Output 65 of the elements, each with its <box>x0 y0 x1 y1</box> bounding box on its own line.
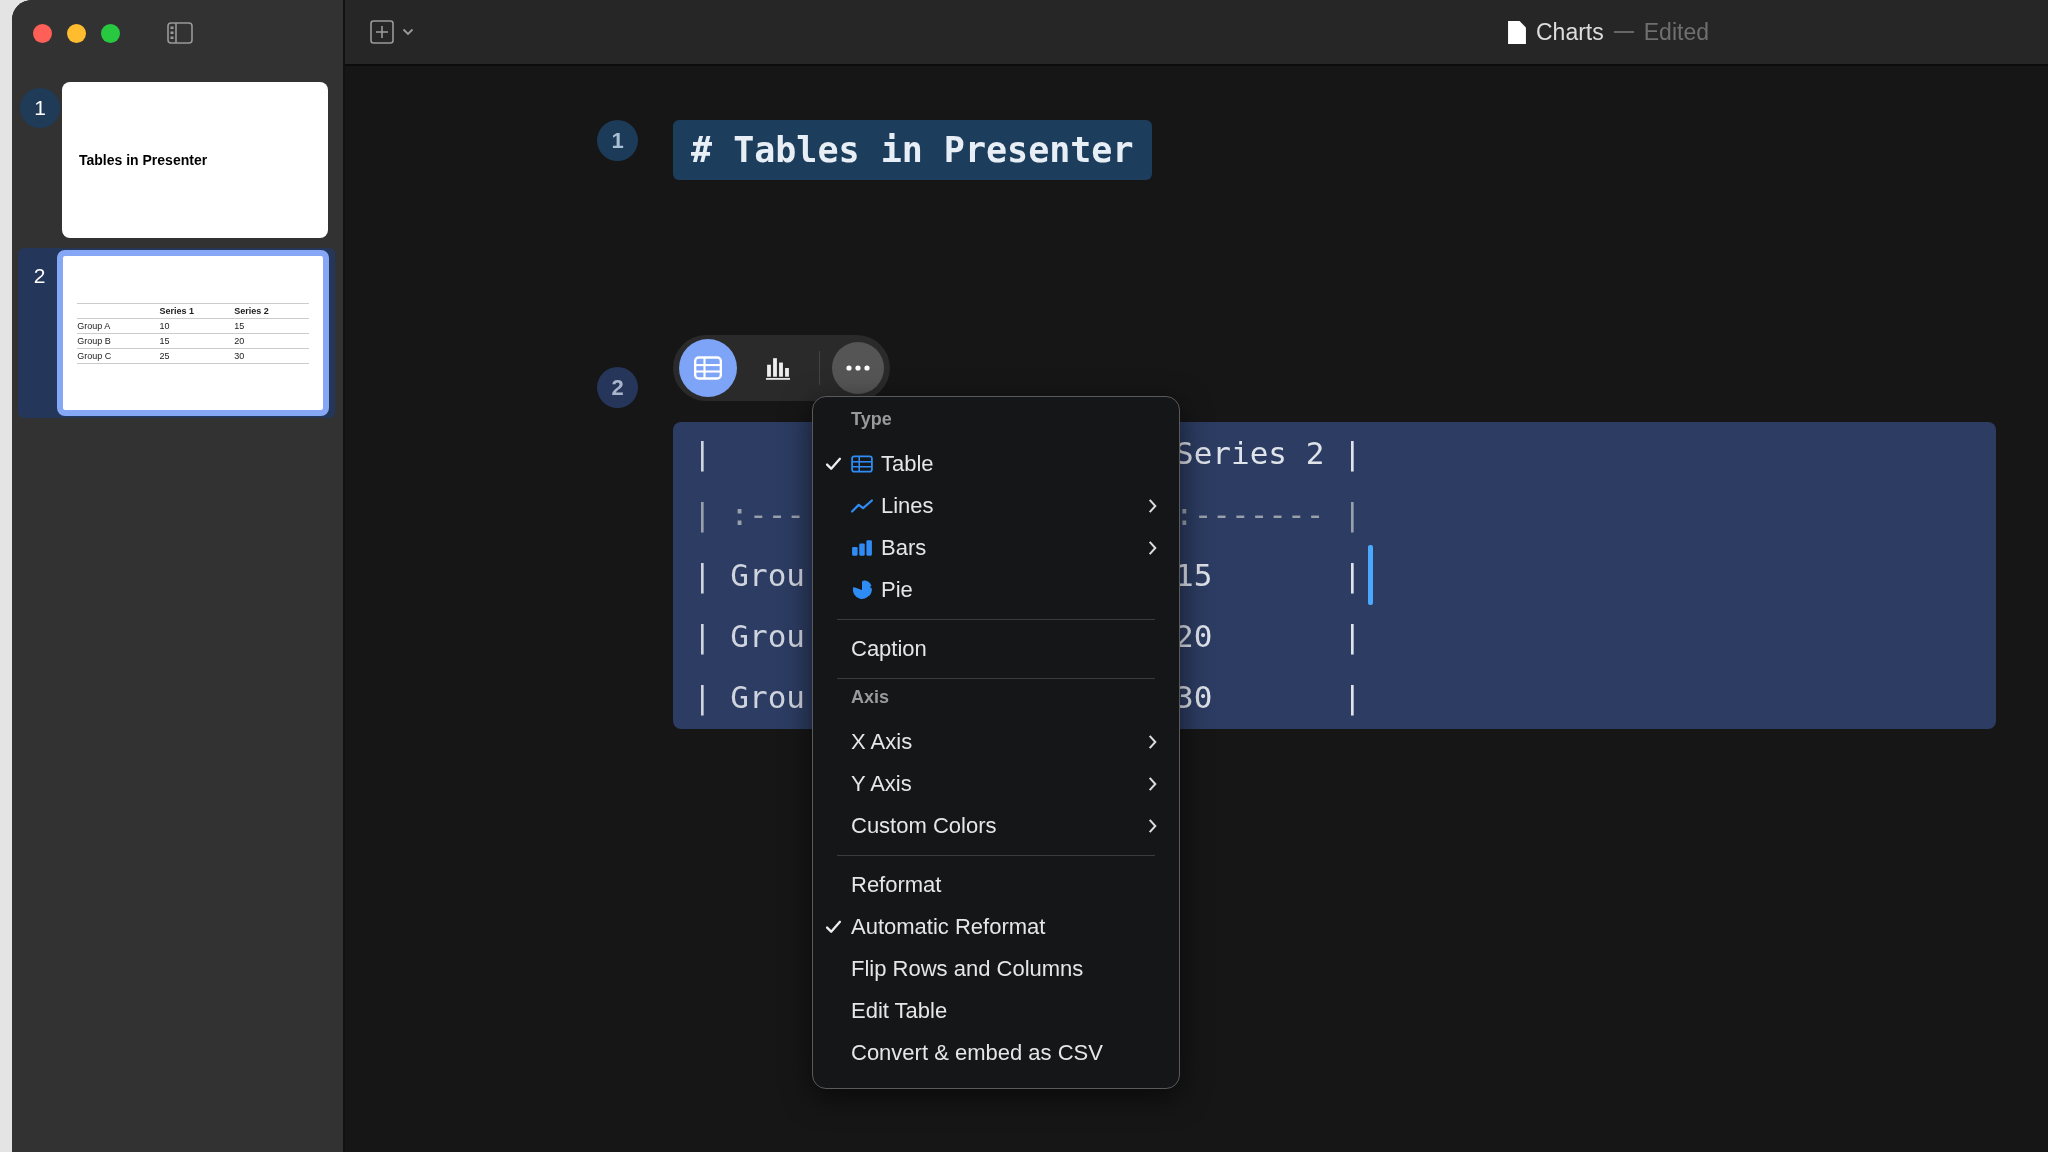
table-cell-text: 30 <box>234 350 246 361</box>
menu-item[interactable]: Flip Rows and Columns <box>813 948 1179 990</box>
bar-chart-icon <box>851 538 873 558</box>
table-icon <box>694 356 722 380</box>
minimize-window-button[interactable] <box>67 23 86 43</box>
menu-section-header: Type <box>850 409 893 431</box>
checkmark-icon <box>824 920 842 934</box>
title-separator <box>1613 31 1634 33</box>
slide-list-item[interactable]: 2 Series 1 Series 2 Group A 10 15 Group B 15 20 Group C 25 30 <box>18 248 335 418</box>
document-icon <box>1508 20 1526 44</box>
code-line: 30 | <box>1175 678 1362 715</box>
more-button[interactable] <box>832 342 884 394</box>
table-cell-text: Group B <box>77 335 112 346</box>
menu-item[interactable]: Reformat <box>813 864 1179 906</box>
slide-number: 2 <box>32 263 47 289</box>
table-view-button[interactable] <box>679 339 737 397</box>
menu-item[interactable]: X Axis <box>813 721 1179 763</box>
table-cell-text: Group C <box>77 350 113 361</box>
slide-title: Tables in Presenter <box>79 152 208 168</box>
checkmark-icon <box>824 457 842 471</box>
plus-icon <box>370 20 394 44</box>
block-number: 2 <box>597 367 638 408</box>
menu-item[interactable]: Y Axis <box>813 763 1179 805</box>
zoom-window-button[interactable] <box>101 23 120 43</box>
code-line: | :--- <box>693 495 805 532</box>
chevron-right-icon <box>1148 818 1157 834</box>
slide-thumbnail[interactable]: Tables in Presenter <box>62 82 328 238</box>
window-title: Charts <box>1536 18 1604 46</box>
chevron-right-icon <box>1148 734 1157 750</box>
table-cell-text: Group A <box>77 320 112 331</box>
add-slide-button[interactable] <box>370 20 414 44</box>
edited-status: Edited <box>1643 18 1709 46</box>
line-chart-icon <box>851 496 873 516</box>
table-icon <box>851 454 873 474</box>
menu-item[interactable]: Custom Colors <box>813 805 1179 847</box>
menu-item[interactable]: Automatic Reformat <box>813 906 1179 948</box>
heading-block: # Tables in Presenter <box>673 120 1152 180</box>
code-line: | Grou <box>693 678 805 715</box>
sidebar-toggle-icon[interactable] <box>167 22 193 44</box>
code-line: | Grou <box>693 617 805 654</box>
table-cell-text: 10 <box>159 320 171 331</box>
column-header: Series 1 <box>159 305 196 316</box>
more-icon <box>846 365 870 371</box>
chevron-right-icon <box>1148 776 1157 792</box>
slide-number: 1 <box>20 88 60 128</box>
close-window-button[interactable] <box>33 23 52 43</box>
slide-list-item[interactable]: 1 Tables in Presenter <box>18 80 335 240</box>
menu-item[interactable]: Edit Table <box>813 990 1179 1032</box>
table-cell-text: 15 <box>159 335 171 346</box>
code-line: | Grou <box>693 556 805 593</box>
column-header: Series 2 <box>234 305 270 316</box>
menu-item[interactable]: Convert & embed as CSV <box>813 1032 1179 1074</box>
block-number: 1 <box>597 120 638 161</box>
pie-chart-icon <box>851 580 873 600</box>
code-line: | <box>693 434 712 471</box>
table-cell-text: 15 <box>234 320 246 331</box>
menu-section-header: Axis <box>850 687 891 709</box>
table-cell-text: 20 <box>234 335 246 346</box>
chevron-down-icon <box>402 28 414 36</box>
menu-item[interactable]: Caption <box>813 628 1179 670</box>
bar-chart-icon <box>764 356 792 380</box>
table-cell-text: 25 <box>159 350 171 361</box>
chevron-right-icon <box>1148 540 1157 556</box>
slide-thumbnail[interactable]: Series 1 Series 2 Group A 10 15 Group B 15 20 Group C 25 30 <box>57 250 329 416</box>
chevron-right-icon <box>1148 498 1157 514</box>
